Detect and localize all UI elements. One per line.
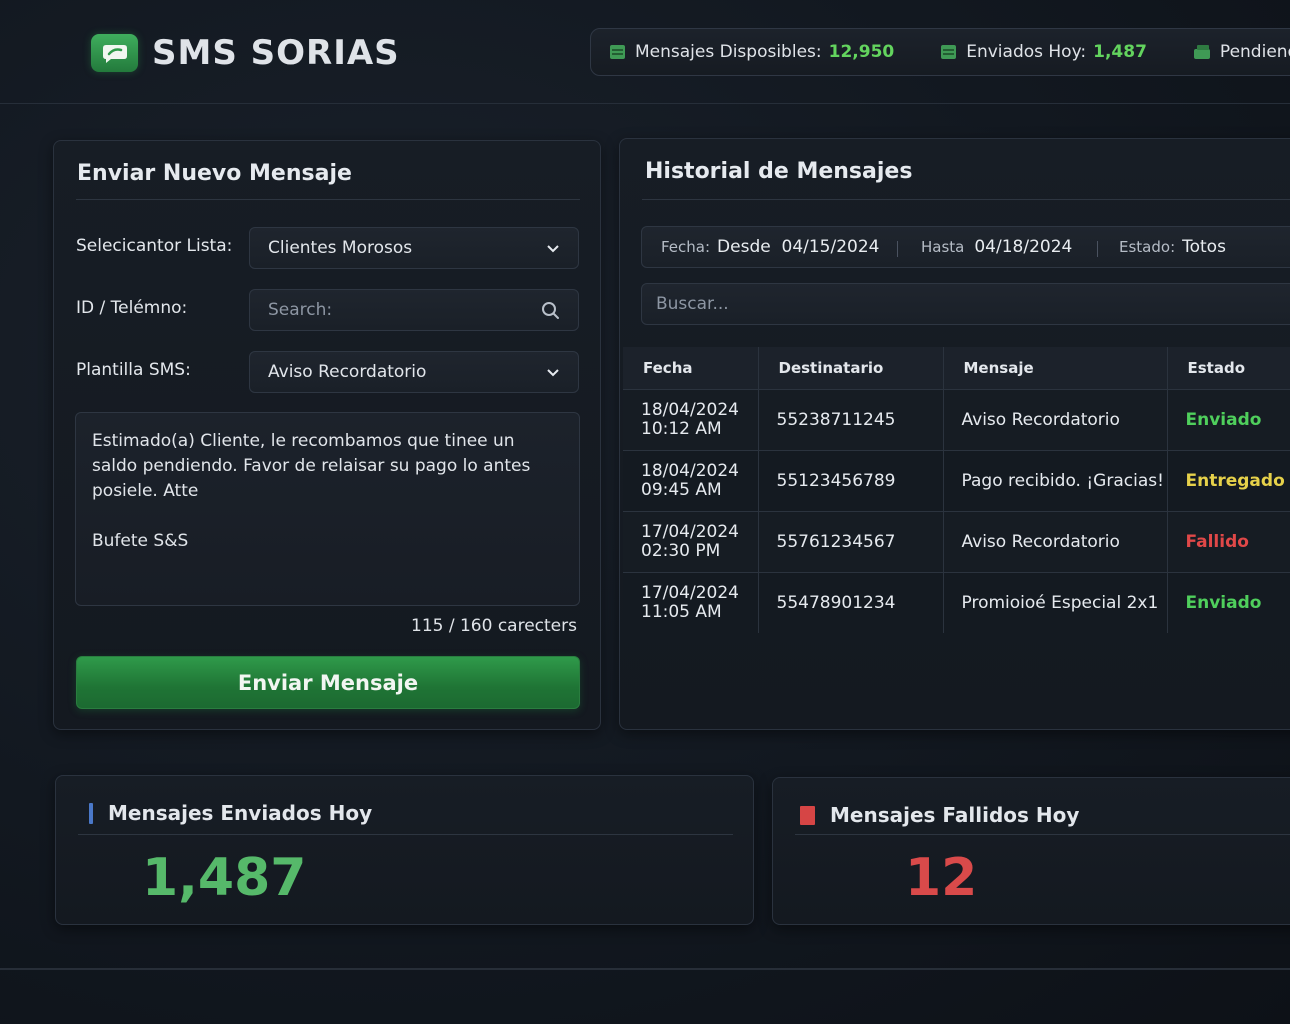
date-to-filter[interactable]: Hasta 04/18/2024 [921,227,1072,267]
table-row[interactable]: 17/04/2024 02:30 PM 55761234567 Aviso Rec… [623,510,1290,572]
row-message: Promioioé Especial 2x1 [943,571,1168,633]
template-select-value: Aviso Recordatorio [268,362,427,382]
status-filter-value: Totos [1182,237,1226,257]
send-panel-title: Enviar Nuevo Mensaje [77,161,352,186]
id-phone-search[interactable] [249,289,579,331]
row-time: 11:05 AM [641,601,722,622]
id-phone-label: ID / Telémno: [76,298,188,318]
row-datetime: 18/04/2024 10:12 AM [623,388,759,450]
failed-card-value: 12 [905,848,978,908]
char-counter: 115 / 160 carecters [411,616,577,636]
row-datetime: 17/04/2024 11:05 AM [623,571,759,633]
table-row[interactable]: 17/04/2024 11:05 AM 55478901234 Promioioé… [623,571,1290,633]
status-filter[interactable]: Estado: Totos [1119,227,1226,267]
stat-sent-today-value: 1,487 [1093,42,1147,62]
status-badge: Enviado [1167,388,1290,450]
column-header-estado[interactable]: Estado [1167,347,1290,389]
row-recipient: 55123456789 [758,449,944,511]
row-message: Aviso Recordatorio [943,388,1168,450]
date-from-value: Desde 04/15/2024 [717,237,880,257]
template-select[interactable]: Aviso Recordatorio [249,351,579,393]
send-message-panel: Enviar Nuevo Mensaje Selecicantor Lista:… [53,140,601,730]
card-marker [89,802,93,824]
table-header-row: Fecha Destinatario Mensaje Estado [623,347,1290,389]
sms-stack-icon [1193,44,1211,60]
stat-pending-label: Pendiendes: [1219,42,1290,62]
history-filter-bar: Fecha: Desde 04/15/2024 Hasta 04/18/2024… [641,226,1290,268]
footer-divider [0,968,1290,970]
list-label: Selecicantor Lista: [76,236,233,256]
sent-card-title: Mensajes Enviados Hoy [89,801,372,825]
row-recipient: 55478901234 [758,571,944,633]
column-header-destinatario[interactable]: Destinatario [758,347,944,389]
date-from-filter[interactable]: Fecha: Desde 04/15/2024 [661,227,880,267]
template-label: Plantilla SMS: [76,360,191,380]
date-to-label: Hasta [921,238,965,256]
date-filter-label: Fecha: [661,238,711,256]
search-icon[interactable] [541,301,560,320]
filter-separator [1097,241,1098,257]
history-search-bar[interactable] [641,283,1290,325]
sent-card-value: 1,487 [142,848,307,908]
send-message-button[interactable]: Enviar Mensaje [76,656,580,709]
failed-today-card: Mensajes Fallidos Hoy 12 [772,777,1290,925]
stat-available: Mensajes Disposibles: 12,950 [609,42,894,62]
status-badge: Fallido [1167,510,1290,572]
row-recipient: 55238711245 [758,388,944,450]
divider [642,199,1290,200]
history-search-input[interactable] [656,294,1256,314]
stat-available-label: Mensajes Disposibles: [635,42,822,62]
message-textarea[interactable]: Estimado(a) Cliente, le recombamos que t… [75,412,580,606]
app-name: SMS SORIAS [152,33,400,73]
chevron-down-icon [546,244,560,253]
row-date: 17/04/2024 [641,521,739,542]
failed-card-title-text: Mensajes Fallidos Hoy [830,803,1080,827]
row-date: 17/04/2024 [641,582,739,603]
status-badge: Enviado [1167,571,1290,633]
history-table: Fecha Destinatario Mensaje Estado 18/04/… [623,347,1290,633]
list-select-value: Clientes Morosos [268,238,413,258]
failed-card-title: Mensajes Fallidos Hoy [800,803,1079,827]
message-history-panel: Historial de Mensajes Fecha: Desde 04/15… [619,138,1290,730]
table-row[interactable]: 18/04/2024 10:12 AM 55238711245 Aviso Rec… [623,388,1290,450]
status-filter-label: Estado: [1119,238,1176,256]
sent-card-title-text: Mensajes Enviados Hoy [108,801,373,825]
id-phone-input[interactable] [268,300,541,320]
table-row[interactable]: 18/04/2024 09:45 AM 55123456789 Pago reci… [623,449,1290,511]
column-header-fecha[interactable]: Fecha [623,347,759,389]
row-message: Aviso Recordatorio [943,510,1168,572]
app-logo[interactable]: SMS SORIAS [91,33,400,73]
status-badge: Entregado [1167,449,1290,511]
divider [795,834,1290,835]
row-datetime: 17/04/2024 02:30 PM [623,510,759,572]
date-to-value: 04/18/2024 [974,237,1073,257]
stat-available-value: 12,950 [828,42,895,62]
row-datetime: 18/04/2024 09:45 AM [623,449,759,511]
column-header-mensaje[interactable]: Mensaje [943,347,1168,389]
header-stats-bar: Mensajes Disposibles: 12,950 Enviados Ho… [590,28,1290,76]
stat-pending: Pendiendes: [1193,42,1290,62]
row-date: 18/04/2024 [641,460,739,481]
divider [78,834,733,835]
card-marker [800,805,815,825]
divider [76,199,580,200]
stat-sent-today-label: Enviados Hoy: [966,42,1087,62]
row-message: Pago recibido. ¡Gracias! [943,449,1168,511]
sms-stack-icon [609,44,626,60]
chevron-down-icon [546,368,560,377]
row-time: 10:12 AM [641,418,722,439]
stat-sent-today: Enviados Hoy: 1,487 [940,42,1147,62]
filter-separator [897,241,898,257]
sms-stack-icon [940,44,957,60]
row-time: 09:45 AM [641,479,722,500]
sent-today-card: Mensajes Enviados Hoy 1,487 [55,775,754,925]
row-date: 18/04/2024 [641,399,739,420]
list-select[interactable]: Clientes Morosos [249,227,579,269]
row-recipient: 55761234567 [758,510,944,572]
app-header: SMS SORIAS Mensajes Disposibles: 12,950 … [0,0,1290,104]
row-time: 02:30 PM [641,540,721,561]
chat-bubble-icon [91,34,138,72]
history-panel-title: Historial de Mensajes [645,159,913,184]
